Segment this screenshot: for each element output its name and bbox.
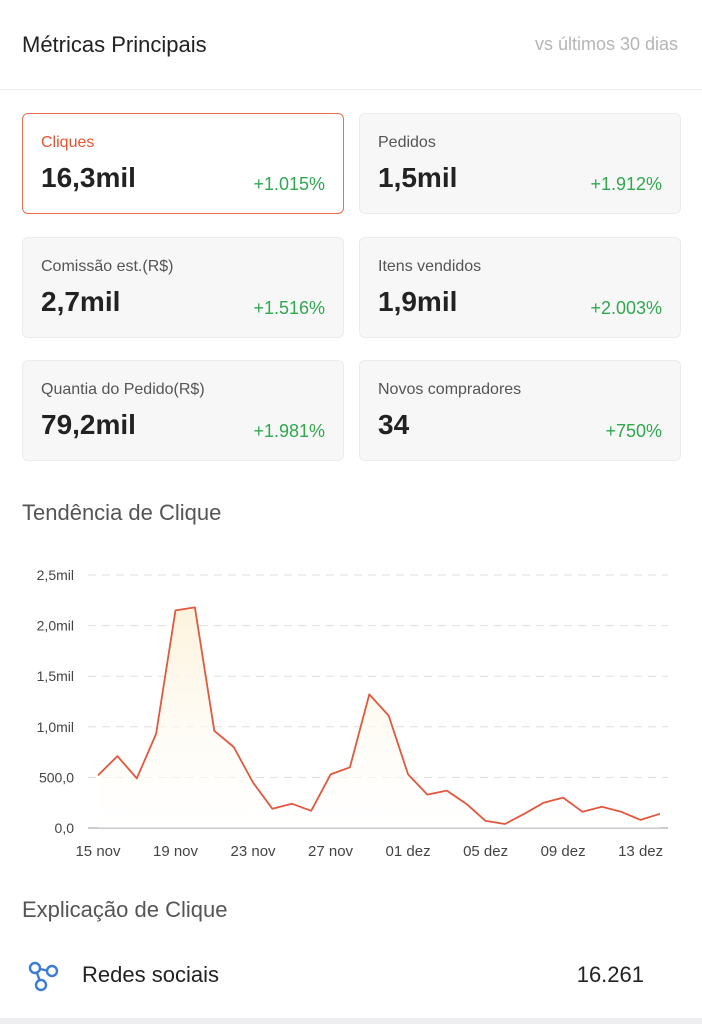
explain-row-redes-sociais[interactable]: Redes sociais 16.261 <box>22 950 662 1000</box>
metric-value: 16,3mil <box>41 162 136 193</box>
explain-title: Explicação de Clique <box>22 897 228 922</box>
metric-value: 1,9mil <box>378 286 458 317</box>
page: Métricas Principais vs últimos 30 dias C… <box>0 0 702 1024</box>
metric-card-pedidos[interactable]: Pedidos 1,5mil +1.912% <box>359 113 681 214</box>
y-tick-label: 1,0mil <box>37 719 74 735</box>
metric-delta: +2.003% <box>590 298 662 318</box>
x-tick-label: 01 dez <box>386 843 431 860</box>
x-tick-label: 15 nov <box>75 843 121 860</box>
metric-label: Cliques <box>41 134 95 151</box>
metric-value: 34 <box>378 409 410 440</box>
y-tick-label: 2,0mil <box>37 618 74 634</box>
header: Métricas Principais vs últimos 30 dias <box>0 0 702 90</box>
chart-canvas: 0,0 500,0 1,0mil 1,5mil 2,0mil 2,5mil 15 nov 1… <box>37 567 668 860</box>
x-tick-label: 05 dez <box>463 843 508 860</box>
metric-label: Quantia do Pedido(R$) <box>41 381 205 398</box>
metric-card-quantia-pedido[interactable]: Quantia do Pedido(R$) 79,2mil +1.981% <box>22 360 344 461</box>
area-fill <box>98 607 660 828</box>
trend-title: Tendência de Clique <box>22 500 222 525</box>
y-tick-label: 1,5mil <box>37 668 74 684</box>
metric-label: Pedidos <box>378 134 436 151</box>
metric-label: Novos compradores <box>378 381 522 398</box>
page-title: Métricas Principais <box>22 32 207 57</box>
x-tick-label: 27 nov <box>308 843 354 860</box>
metric-delta: +750% <box>605 421 662 441</box>
metric-value: 79,2mil <box>41 409 136 440</box>
x-tick-label: 09 dez <box>541 843 586 860</box>
metric-card-comissao[interactable]: Comissão est.(R$) 2,7mil +1.516% <box>22 237 344 338</box>
social-network-icon <box>28 961 59 992</box>
metric-label: Comissão est.(R$) <box>41 258 174 275</box>
x-tick-label: 19 nov <box>153 843 199 860</box>
metric-delta: +1.516% <box>253 298 325 318</box>
x-tick-label: 23 nov <box>231 843 277 860</box>
explain-row-label: Redes sociais <box>82 962 219 987</box>
metric-value: 1,5mil <box>378 162 458 193</box>
metric-card-novos-compradores[interactable]: Novos compradores 34 +750% <box>359 360 681 461</box>
metric-delta: +1.015% <box>253 174 325 194</box>
metric-card-cliques[interactable]: Cliques 16,3mil +1.015% <box>22 113 344 214</box>
metric-delta: +1.981% <box>253 421 325 441</box>
explain-row-value: 16.261 <box>576 962 644 987</box>
y-tick-label: 0,0 <box>55 820 75 836</box>
metric-label: Itens vendidos <box>378 258 482 275</box>
metric-value: 2,7mil <box>41 286 121 317</box>
metric-card-itens-vendidos[interactable]: Itens vendidos 1,9mil +2.003% <box>359 237 681 338</box>
y-tick-label: 500,0 <box>39 769 74 785</box>
metric-delta: +1.912% <box>590 174 662 194</box>
bottom-divider <box>0 1018 702 1024</box>
period-selector[interactable]: vs últimos 30 dias <box>535 34 678 55</box>
y-tick-label: 2,5mil <box>37 567 74 583</box>
click-trend-chart: 0,0 500,0 1,0mil 1,5mil 2,0mil 2,5mil 15 nov 1… <box>0 550 702 870</box>
x-tick-label: 13 dez <box>618 843 663 860</box>
